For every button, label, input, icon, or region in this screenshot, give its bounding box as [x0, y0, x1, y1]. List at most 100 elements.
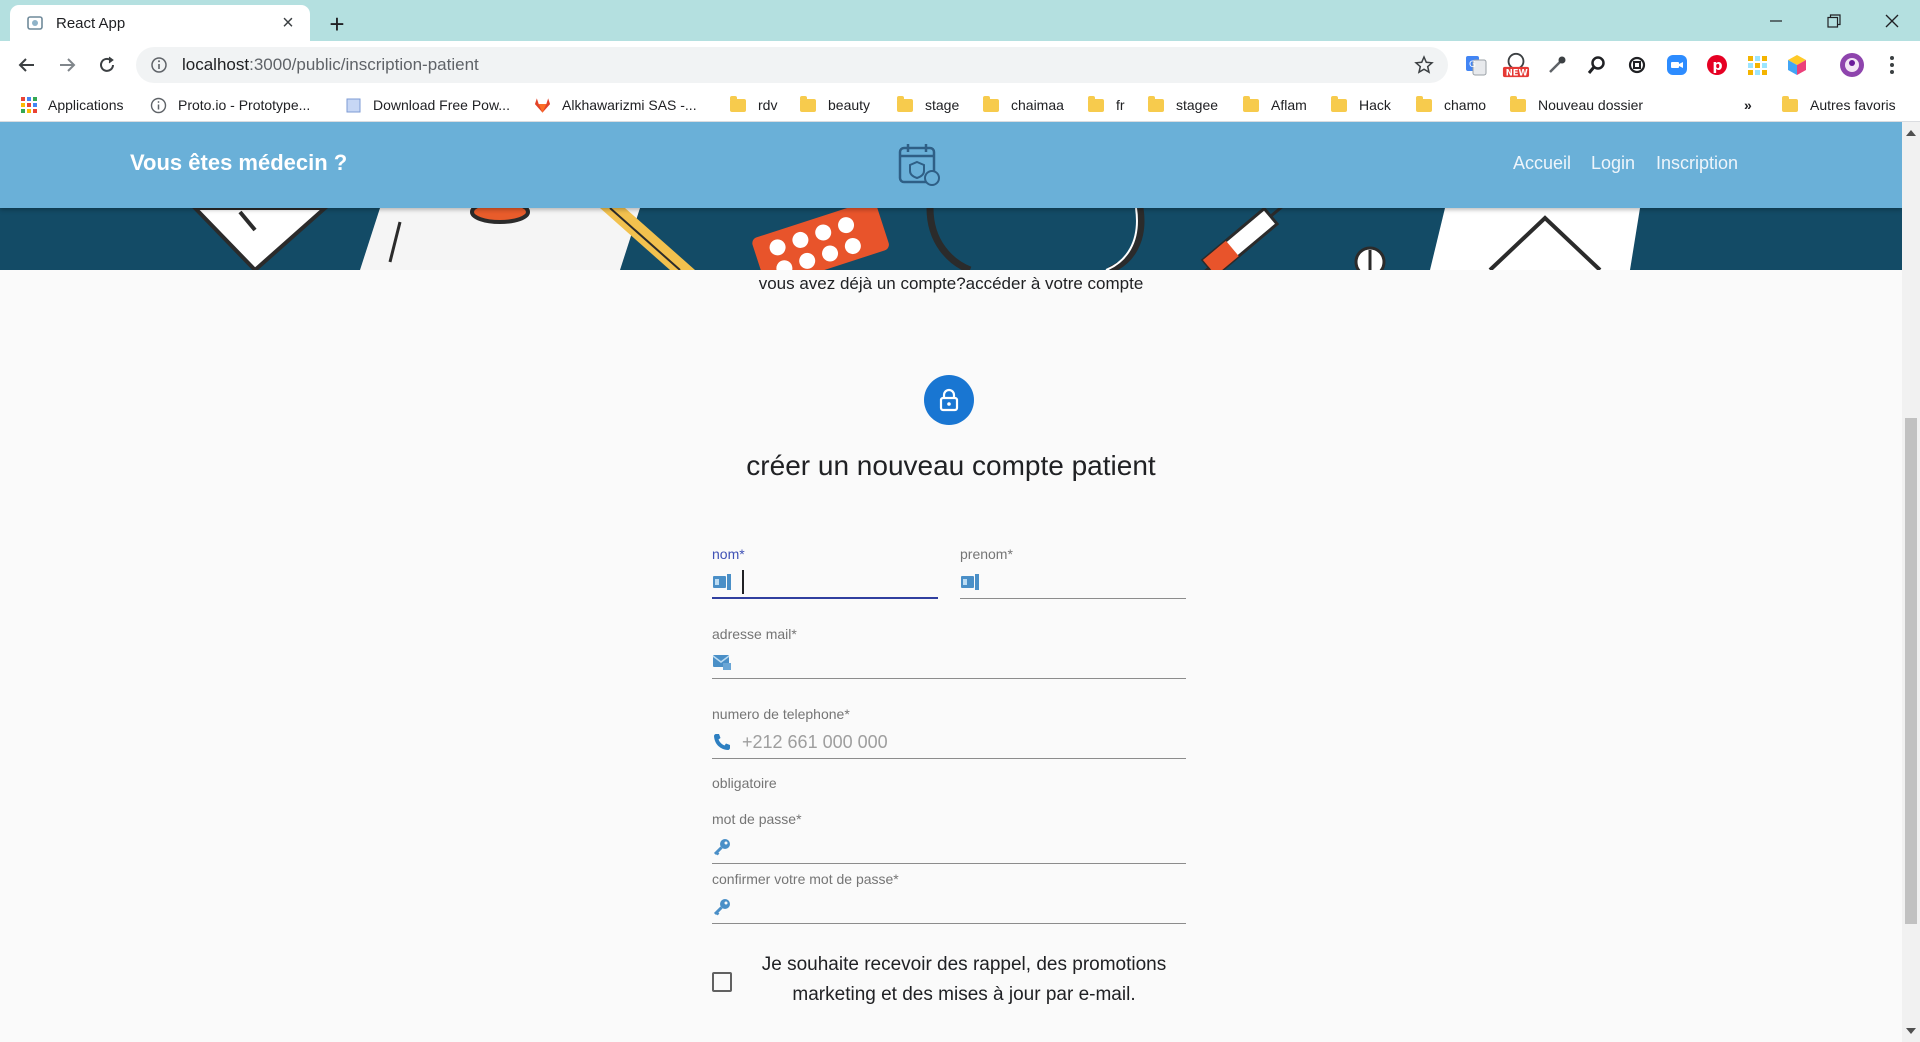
- bookmark-protoio[interactable]: Proto.io - Prototype...: [150, 94, 310, 116]
- page-icon: [345, 97, 362, 114]
- magnifier-extension-icon[interactable]: [1583, 51, 1611, 79]
- phone-helper-text: obligatoire: [712, 775, 777, 791]
- bookmark-folder-fr[interactable]: fr: [1088, 94, 1125, 116]
- mail-icon: [712, 652, 732, 672]
- back-icon[interactable]: [10, 48, 44, 82]
- bookmarks-bar: Applications Proto.io - Prototype... Dow…: [0, 88, 1920, 122]
- forward-icon[interactable]: [50, 48, 84, 82]
- profile-avatar-icon[interactable]: [1838, 51, 1866, 79]
- confirm-password-input[interactable]: [742, 894, 1186, 920]
- bookmark-folder-stagee[interactable]: stagee: [1148, 94, 1218, 116]
- svg-text:p: p: [1713, 58, 1723, 74]
- password-underline: [712, 863, 1186, 864]
- medical-calendar-logo-icon[interactable]: [896, 142, 942, 188]
- phone-label: numero de telephone*: [712, 706, 850, 722]
- nom-field[interactable]: nom*: [712, 546, 938, 599]
- bookmark-applications[interactable]: Applications: [20, 94, 124, 116]
- phone-input[interactable]: +212 661 000 000: [742, 729, 1186, 755]
- pinterest-extension-icon[interactable]: p: [1703, 51, 1731, 79]
- bookmark-folder-chamo[interactable]: chamo: [1416, 94, 1486, 116]
- browser-menu-icon[interactable]: [1878, 51, 1906, 79]
- folder-icon: [1416, 95, 1432, 112]
- zoom-extension-icon[interactable]: [1663, 51, 1691, 79]
- close-window-icon[interactable]: [1864, 0, 1920, 41]
- top-appbar: Vous êtes médecin ? Accueil Login Inscri…: [0, 122, 1902, 208]
- address-bar[interactable]: localhost:3000/public/inscription-patien…: [136, 47, 1448, 83]
- translate-extension-icon[interactable]: G: [1462, 51, 1490, 79]
- bookmark-folder-beauty[interactable]: beauty: [800, 94, 870, 116]
- bookmark-folder-rdv[interactable]: rdv: [730, 94, 777, 116]
- email-input[interactable]: [742, 649, 1186, 675]
- bookmark-folder-aflam[interactable]: Aflam: [1243, 94, 1307, 116]
- nav-inscription[interactable]: Inscription: [1656, 153, 1738, 174]
- bookmark-star-icon[interactable]: [1414, 55, 1434, 75]
- prenom-input[interactable]: [990, 569, 1186, 595]
- folder-icon: [897, 95, 913, 112]
- bookmark-folder-hack[interactable]: Hack: [1331, 94, 1391, 116]
- bookmark-folder-chaimaa[interactable]: chaimaa: [983, 94, 1064, 116]
- prenom-field[interactable]: prenom*: [960, 546, 1186, 599]
- key-icon: [712, 897, 732, 917]
- password-field[interactable]: mot de passe*: [712, 811, 1186, 864]
- doctor-signup-link[interactable]: Vous êtes médecin ?: [130, 150, 347, 176]
- grid-extension-icon[interactable]: [1743, 51, 1771, 79]
- scroll-down-icon[interactable]: [1906, 1028, 1916, 1034]
- hero-banner: Vous êtes médecin ? Accueil Login Inscri…: [0, 122, 1902, 270]
- confirm-password-field[interactable]: confirmer votre mot de passe*: [712, 871, 1186, 924]
- scrollbar-thumb[interactable]: [1905, 418, 1917, 924]
- sync-extension-icon[interactable]: [1623, 51, 1651, 79]
- id-card-icon: [712, 572, 732, 592]
- url-text: localhost:3000/public/inscription-patien…: [182, 55, 479, 74]
- browser-tab[interactable]: React App ×: [10, 5, 310, 41]
- confirm-password-underline: [712, 923, 1186, 924]
- password-input[interactable]: [742, 834, 1186, 860]
- folder-icon: [1782, 95, 1798, 112]
- info-circle-icon: [150, 97, 167, 114]
- nom-underline: [712, 597, 938, 599]
- nav-accueil[interactable]: Accueil: [1513, 153, 1571, 174]
- folder-icon: [800, 95, 816, 112]
- apps-grid-icon: [20, 97, 37, 114]
- signin-link[interactable]: vous avez déjà un compte?accéder à votre…: [0, 274, 1902, 294]
- nom-label: nom*: [712, 546, 745, 562]
- browser-toolbar: localhost:3000/public/inscription-patien…: [0, 41, 1920, 88]
- folder-icon: [1510, 95, 1526, 112]
- page-title: créer un nouveau compte patient: [746, 450, 1156, 481]
- more-bookmarks-chevron-icon[interactable]: »: [1744, 94, 1752, 116]
- minimize-icon[interactable]: [1748, 0, 1804, 41]
- scroll-up-icon[interactable]: [1906, 130, 1916, 136]
- marketing-consent-checkbox[interactable]: [712, 972, 732, 992]
- reload-icon[interactable]: [90, 48, 124, 82]
- folder-icon: [1331, 95, 1347, 112]
- bookmark-other-favorites[interactable]: Autres favoris: [1782, 94, 1896, 116]
- marketing-consent-label[interactable]: Je souhaite recevoir des rappel, des pro…: [742, 950, 1186, 1010]
- bookmark-alkhawarizmi[interactable]: Alkhawarizmi SAS -...: [534, 94, 697, 116]
- folder-icon: [1088, 95, 1104, 112]
- new-tab-icon[interactable]: +: [322, 9, 352, 39]
- svg-text:NEW: NEW: [1506, 67, 1528, 77]
- cube-extension-icon[interactable]: [1783, 51, 1811, 79]
- new-badge-extension-icon[interactable]: NEW: [1502, 51, 1530, 79]
- confirm-password-label: confirmer votre mot de passe*: [712, 871, 899, 887]
- bookmark-download-free[interactable]: Download Free Pow...: [345, 94, 510, 116]
- nav-login[interactable]: Login: [1591, 153, 1635, 174]
- id-card-icon: [960, 572, 980, 592]
- nom-input[interactable]: [742, 569, 938, 595]
- restore-icon[interactable]: [1806, 0, 1862, 41]
- phone-field[interactable]: numero de telephone* +212 661 000 000: [712, 706, 1186, 759]
- key-icon: [712, 837, 732, 857]
- folder-icon: [730, 95, 746, 112]
- bookmark-folder-stage[interactable]: stage: [897, 94, 959, 116]
- phone-icon: [712, 732, 732, 752]
- email-field[interactable]: adresse mail*: [712, 626, 1186, 679]
- gitlab-icon: [534, 97, 551, 114]
- folder-icon: [1148, 95, 1164, 112]
- eyedropper-extension-icon[interactable]: [1543, 51, 1571, 79]
- bookmark-folder-nouveau-dossier[interactable]: Nouveau dossier: [1510, 94, 1643, 116]
- text-caret: [742, 570, 744, 594]
- lock-icon: [939, 388, 959, 412]
- page-scrollbar[interactable]: [1902, 122, 1920, 1042]
- site-info-icon[interactable]: [150, 56, 168, 74]
- browser-tabstrip: React App × +: [0, 0, 1920, 41]
- close-tab-icon[interactable]: ×: [278, 12, 298, 34]
